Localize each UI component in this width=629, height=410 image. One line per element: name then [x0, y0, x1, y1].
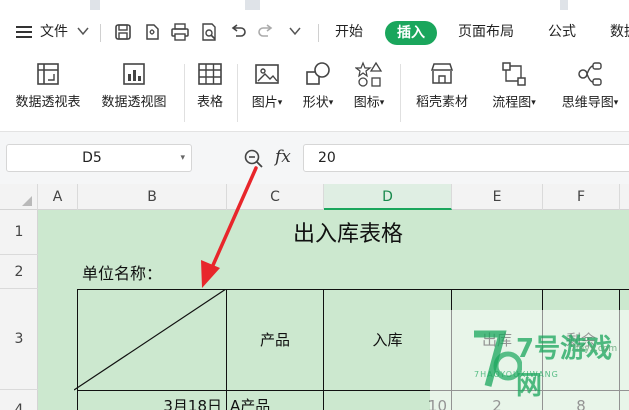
- shapes-button[interactable]: 形状▾: [295, 60, 341, 126]
- shapes-icon: [306, 62, 330, 85]
- watermark-logo-icon: [474, 330, 522, 387]
- annotation-arrow: [201, 166, 258, 288]
- column-headers: A B C D E F: [0, 184, 629, 210]
- pivot-chart-label: 数据透视图: [101, 95, 167, 110]
- flowchart-icon: [502, 62, 526, 86]
- name-box[interactable]: D5 ▾: [6, 144, 192, 172]
- window-tab-strip: [0, 0, 629, 10]
- dropdown-caret-icon: ▾: [328, 98, 334, 108]
- pivot-table-icon: [37, 63, 59, 85]
- tab-page-layout[interactable]: 页面布局: [458, 22, 514, 42]
- mind-map-label: 思维导图▾: [561, 95, 619, 111]
- undo-icon[interactable]: [228, 22, 248, 42]
- ribbon-toolbar: 数据透视表 数据透视图 表格 图片▾ 形状▾ 图标▾ 稻壳素材 流程图▾ 思维导…: [0, 54, 629, 132]
- table-icon: [198, 63, 222, 85]
- tab-home[interactable]: 开始: [335, 22, 363, 42]
- select-all-corner[interactable]: [0, 184, 38, 210]
- print-icon[interactable]: [170, 22, 190, 42]
- flowchart-label: 流程图▾: [492, 95, 536, 111]
- column-header-f[interactable]: F: [543, 184, 620, 210]
- tab-insert[interactable]: 插入: [385, 21, 437, 45]
- row-header-1[interactable]: 1: [0, 210, 38, 255]
- unit-name-label: 单位名称：: [82, 264, 163, 283]
- icon-library-icon: [355, 61, 383, 87]
- formula-input[interactable]: 20: [303, 144, 629, 172]
- row-header-4[interactable]: 4: [0, 390, 38, 410]
- column-header-d[interactable]: D: [324, 184, 452, 210]
- cell-product[interactable]: A产品: [230, 396, 270, 410]
- watermark-subtitle: 7HAOYOUXIWANG: [474, 370, 559, 379]
- pivot-chart-button[interactable]: 数据透视图: [94, 60, 174, 126]
- row-header-3[interactable]: 3: [0, 289, 38, 390]
- window-tab[interactable]: [260, 0, 560, 10]
- divider: [237, 64, 238, 122]
- divider: [318, 24, 319, 42]
- dropdown-caret-icon: ▾: [613, 98, 619, 108]
- dropdown-caret-icon: ▾: [379, 98, 385, 108]
- name-box-value: D5: [82, 150, 102, 166]
- formula-bar: D5 ▾ fx 20: [0, 132, 629, 184]
- print-preview-icon[interactable]: [199, 22, 219, 42]
- chevron-down-icon[interactable]: ▾: [180, 145, 185, 171]
- tab-formulas[interactable]: 公式: [548, 22, 576, 42]
- redo-icon[interactable]: [256, 22, 276, 42]
- cell-date[interactable]: 3月18日: [78, 396, 222, 410]
- divider: [100, 24, 101, 42]
- menu-bar: 文件 开始 插入 页面布局 公式 数据: [0, 10, 629, 54]
- icons-label: 图标▾: [353, 95, 385, 111]
- table-label: 表格: [196, 95, 223, 110]
- window-tab[interactable]: [0, 0, 90, 10]
- docer-materials-button[interactable]: 稻壳素材: [408, 60, 476, 126]
- window-tab[interactable]: [568, 0, 629, 10]
- header-product: 产品: [259, 331, 290, 349]
- cell-in[interactable]: 10: [324, 396, 447, 410]
- dropdown-caret-icon: ▾: [277, 98, 283, 108]
- column-header-a[interactable]: A: [38, 184, 78, 210]
- mind-map-button[interactable]: 思维导图▾: [552, 60, 628, 126]
- store-icon: [430, 63, 454, 84]
- docer-materials-label: 稻壳素材: [415, 95, 468, 110]
- picture-label: 图片▾: [251, 95, 283, 111]
- watermark-brand: 7号游戏网: [516, 334, 613, 401]
- chevron-down-icon[interactable]: [288, 24, 302, 38]
- column-header-e[interactable]: E: [452, 184, 543, 210]
- diagonal-divider: [74, 289, 227, 391]
- picture-icon: [255, 64, 279, 84]
- dropdown-caret-icon: ▾: [531, 98, 536, 108]
- pivot-table-button[interactable]: 数据透视表: [8, 60, 88, 126]
- divider: [400, 64, 401, 122]
- save-icon[interactable]: [113, 22, 133, 42]
- watermark-domain: 7fayx.com: [570, 344, 618, 354]
- file-menu[interactable]: 文件: [40, 22, 68, 42]
- select-all-triangle-icon: [22, 196, 32, 206]
- watermark: 7号游戏网 7HAOYOUXIWANG 7fayx.com: [430, 310, 629, 410]
- export-pdf-icon[interactable]: [142, 22, 162, 42]
- pivot-table-label: 数据透视表: [15, 95, 81, 110]
- icons-button[interactable]: 图标▾: [346, 60, 392, 126]
- function-icon[interactable]: fx: [275, 146, 291, 168]
- picture-button[interactable]: 图片▾: [244, 60, 290, 126]
- row-header-2[interactable]: 2: [0, 255, 38, 289]
- chevron-down-icon[interactable]: [76, 24, 90, 38]
- window-tab[interactable]: [100, 0, 245, 10]
- table-button[interactable]: 表格: [190, 60, 230, 126]
- pivot-chart-icon: [123, 63, 145, 85]
- flowchart-button[interactable]: 流程图▾: [484, 60, 544, 126]
- divider: [184, 64, 185, 122]
- row-headers: 1 2 3 4: [0, 210, 38, 410]
- shapes-label: 形状▾: [302, 95, 334, 111]
- mind-map-icon: [578, 62, 602, 86]
- tab-data[interactable]: 数据: [610, 22, 629, 42]
- hamburger-menu-icon[interactable]: [14, 22, 34, 42]
